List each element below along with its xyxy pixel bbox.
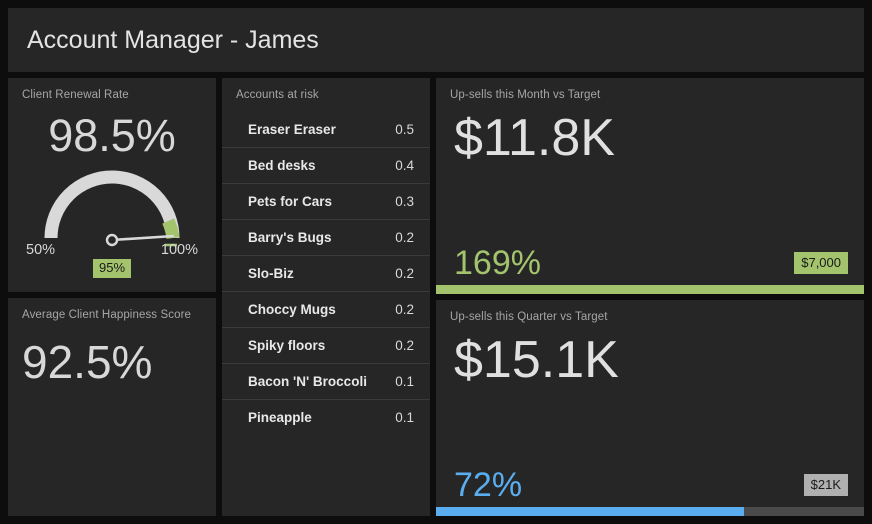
gauge-axis-labels: 50% 100% — [8, 242, 216, 258]
average-client-happiness-panel: Average Client Happiness Score 92.5% — [8, 298, 216, 516]
upsells-month-progress-fill — [436, 285, 864, 294]
upsells-quarter-progress-track — [436, 507, 864, 516]
gauge-max-label: 100% — [160, 242, 198, 258]
list-item-name: Bed desks — [248, 158, 316, 173]
upsells-month-panel: Up-sells this Month vs Target $11.8K 169… — [436, 78, 864, 294]
upsells-month-value: $11.8K — [454, 109, 615, 167]
client-renewal-rate-title: Client Renewal Rate — [22, 89, 129, 101]
gauge-target-badge: 95% — [92, 259, 132, 278]
list-item-name: Pets for Cars — [248, 194, 333, 209]
upsells-quarter-percent: 72% — [454, 466, 523, 504]
upsells-quarter-progress-fill — [436, 507, 745, 516]
gauge-min-label: 50% — [26, 242, 56, 258]
list-item[interactable]: Bed desks 0.4 — [222, 147, 430, 183]
right-column: Up-sells this Month vs Target $11.8K 169… — [436, 78, 864, 516]
list-item[interactable]: Barry's Bugs 0.2 — [222, 219, 430, 255]
upsells-month-percent: 169% — [454, 244, 541, 282]
upsells-month-target-badge: $7,000 — [794, 252, 848, 274]
list-item-name: Spiky floors — [248, 338, 326, 353]
list-item-name: Pineapple — [248, 410, 312, 425]
renewal-gauge: 50% 100% 95% — [8, 162, 216, 278]
page-title: Account Manager - James — [27, 25, 319, 54]
upsells-quarter-footer: 72% $21K — [436, 468, 864, 502]
upsells-month-footer: 169% $7,000 — [436, 246, 864, 280]
upsells-month-title: Up-sells this Month vs Target — [450, 89, 601, 101]
list-item[interactable]: Pineapple 0.1 — [222, 399, 430, 435]
accounts-at-risk-panel: Accounts at risk Eraser Eraser 0.5 Bed des… — [222, 78, 430, 516]
dashboard-body: Client Renewal Rate 98.5% 50% 100% 95% A… — [8, 78, 864, 516]
list-item-value: 0.2 — [395, 302, 414, 317]
list-item-value: 0.1 — [395, 374, 414, 389]
middle-column: Accounts at risk Eraser Eraser 0.5 Bed des… — [222, 78, 430, 516]
list-item-value: 0.4 — [395, 158, 414, 173]
list-item[interactable]: Pets for Cars 0.3 — [222, 183, 430, 219]
upsells-quarter-value: $15.1K — [454, 331, 619, 389]
dashboard-header: Account Manager - James — [8, 8, 864, 72]
list-item[interactable]: Slo-Biz 0.2 — [222, 255, 430, 291]
list-item[interactable]: Choccy Mugs 0.2 — [222, 291, 430, 327]
list-item-value: 0.2 — [395, 230, 414, 245]
list-item[interactable]: Eraser Eraser 0.5 — [222, 111, 430, 147]
accounts-at-risk-title: Accounts at risk — [236, 89, 319, 101]
list-item-value: 0.1 — [395, 410, 414, 425]
client-renewal-rate-value: 98.5% — [48, 110, 176, 161]
upsells-quarter-panel: Up-sells this Quarter vs Target $15.1K 7… — [436, 300, 864, 516]
gauge-arc-track — [44, 170, 180, 239]
list-item-name: Choccy Mugs — [248, 302, 336, 317]
upsells-month-progress-track — [436, 285, 864, 294]
upsells-quarter-target-badge: $21K — [803, 474, 848, 496]
average-client-happiness-title: Average Client Happiness Score — [22, 309, 191, 321]
list-item[interactable]: Bacon 'N' Broccoli 0.1 — [222, 363, 430, 399]
gauge-graphic — [44, 170, 180, 247]
client-renewal-rate-panel: Client Renewal Rate 98.5% 50% 100% 95% — [8, 78, 216, 292]
upsells-quarter-title: Up-sells this Quarter vs Target — [450, 311, 608, 323]
left-column: Client Renewal Rate 98.5% 50% 100% 95% A… — [8, 78, 216, 516]
list-item-name: Slo-Biz — [248, 266, 294, 281]
list-item-value: 0.2 — [395, 266, 414, 281]
accounts-at-risk-list: Eraser Eraser 0.5 Bed desks 0.4 Pets for Car… — [222, 111, 430, 435]
list-item[interactable]: Spiky floors 0.2 — [222, 327, 430, 363]
list-item-value: 0.2 — [395, 338, 414, 353]
list-item-value: 0.5 — [395, 121, 414, 137]
average-client-happiness-value: 92.5% — [22, 336, 153, 388]
list-item-name: Eraser Eraser — [248, 121, 336, 137]
gauge-needle — [111, 234, 175, 242]
list-item-value: 0.3 — [395, 194, 414, 209]
list-item-name: Bacon 'N' Broccoli — [248, 374, 367, 389]
dashboard: Account Manager - James Client Renewal R… — [0, 0, 872, 524]
list-item-name: Barry's Bugs — [248, 230, 332, 245]
